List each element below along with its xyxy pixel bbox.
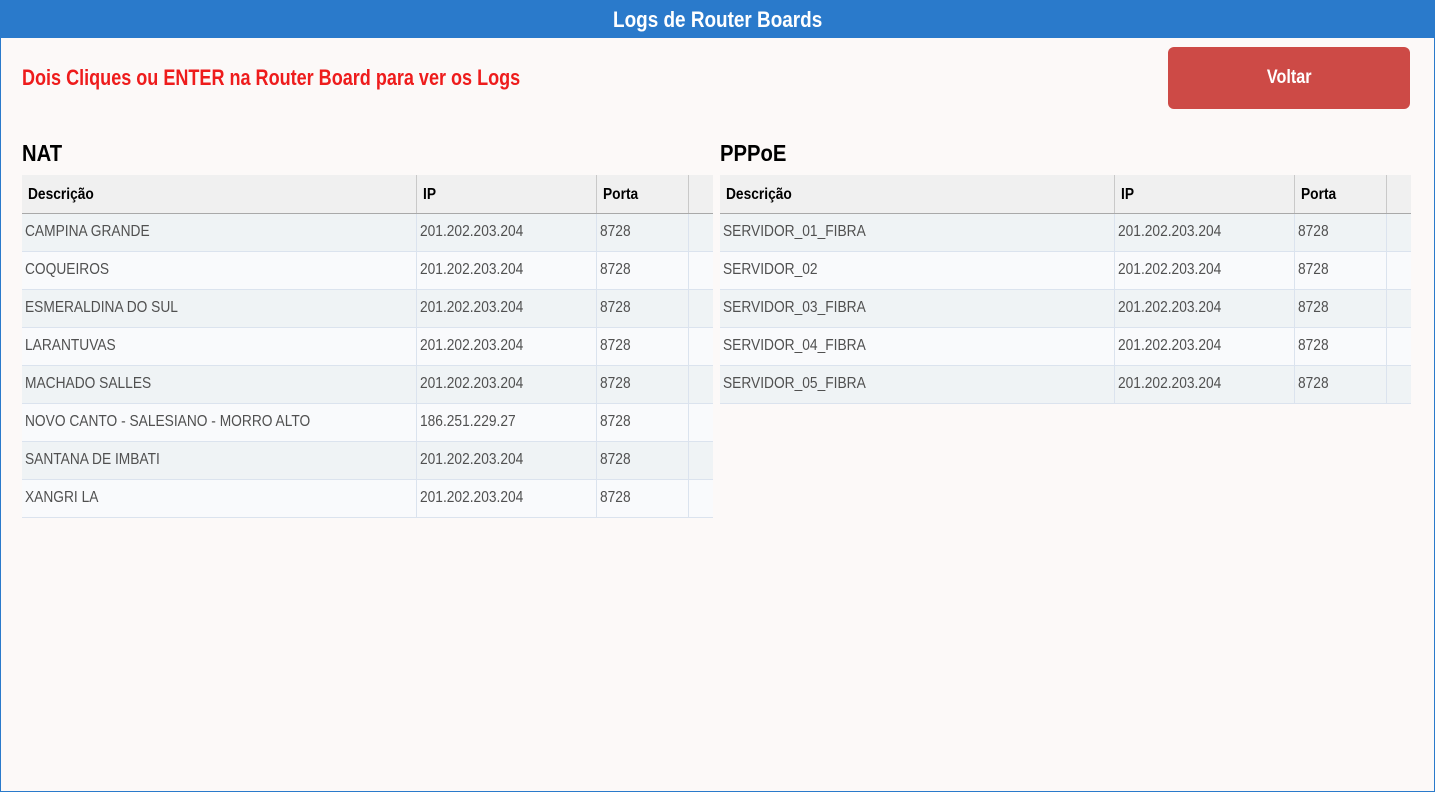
nat-table-row[interactable]: MACHADO SALLES 201.202.203.204 8728 — [22, 366, 713, 404]
nat-cell-porta[interactable]: 8728 — [597, 214, 689, 251]
app-window: Logs de Router Boards Dois Cliques ou EN… — [0, 0, 1435, 792]
window-title-bar: Logs de Router Boards — [1, 1, 1434, 38]
nat-cell-porta[interactable]: 8728 — [597, 442, 689, 479]
pppoe-cell-descricao[interactable]: SERVIDOR_05_FIBRA — [720, 366, 1115, 403]
pppoe-grid-header: Descrição IP Porta — [720, 175, 1411, 214]
nat-column-header-porta[interactable]: Porta — [597, 175, 689, 213]
pppoe-grid[interactable]: Descrição IP Porta SERVIDOR_01_FIBRA 201.… — [720, 175, 1411, 404]
pppoe-table-row[interactable]: SERVIDOR_03_FIBRA 201.202.203.204 8728 — [720, 290, 1411, 328]
pppoe-cell-descricao[interactable]: SERVIDOR_02 — [720, 252, 1115, 289]
nat-cell-descricao[interactable]: XANGRI LA — [22, 480, 417, 517]
nat-cell-porta[interactable]: 8728 — [597, 404, 689, 441]
pppoe-cell-ip[interactable]: 201.202.203.204 — [1115, 252, 1295, 289]
nat-cell-descricao[interactable]: CAMPINA GRANDE — [22, 214, 417, 251]
nat-table-row[interactable]: COQUEIROS 201.202.203.204 8728 — [22, 252, 713, 290]
pppoe-grid-rows: SERVIDOR_01_FIBRA 201.202.203.204 8728 SERV… — [720, 214, 1411, 404]
back-button-label: Voltar — [1266, 67, 1312, 88]
nat-column-header-descricao[interactable]: Descrição — [22, 175, 417, 213]
pppoe-cell-porta[interactable]: 8728 — [1295, 328, 1387, 365]
nat-cell-porta[interactable]: 8728 — [597, 252, 689, 289]
nat-table-row[interactable]: CAMPINA GRANDE 201.202.203.204 8728 — [22, 214, 713, 252]
nat-cell-descricao[interactable]: NOVO CANTO - SALESIANO - MORRO ALTO — [22, 404, 417, 441]
nat-cell-descricao[interactable]: LARANTUVAS — [22, 328, 417, 365]
pppoe-column-header-descricao[interactable]: Descrição — [720, 175, 1115, 213]
nat-table-row[interactable]: NOVO CANTO - SALESIANO - MORRO ALTO 186.2… — [22, 404, 713, 442]
window-title: Logs de Router Boards — [612, 7, 823, 32]
nat-table-row[interactable]: SANTANA DE IMBATI 201.202.203.204 8728 — [22, 442, 713, 480]
nat-cell-ip[interactable]: 201.202.203.204 — [417, 290, 597, 327]
pppoe-cell-ip[interactable]: 201.202.203.204 — [1115, 214, 1295, 251]
nat-cell-ip[interactable]: 201.202.203.204 — [417, 480, 597, 517]
nat-cell-ip[interactable]: 201.202.203.204 — [417, 214, 597, 251]
pppoe-cell-descricao[interactable]: SERVIDOR_04_FIBRA — [720, 328, 1115, 365]
pppoe-cell-ip[interactable]: 201.202.203.204 — [1115, 290, 1295, 327]
pppoe-table-row[interactable]: SERVIDOR_02 201.202.203.204 8728 — [720, 252, 1411, 290]
pppoe-cell-ip[interactable]: 201.202.203.204 — [1115, 328, 1295, 365]
pppoe-cell-porta[interactable]: 8728 — [1295, 214, 1387, 251]
back-button[interactable]: Voltar — [1168, 47, 1410, 109]
pppoe-cell-ip[interactable]: 201.202.203.204 — [1115, 366, 1295, 403]
nat-header-filler — [689, 175, 713, 213]
nat-cell-porta[interactable]: 8728 — [597, 290, 689, 327]
pppoe-cell-porta[interactable]: 8728 — [1295, 252, 1387, 289]
nat-cell-ip[interactable]: 201.202.203.204 — [417, 328, 597, 365]
nat-cell-ip[interactable]: 201.202.203.204 — [417, 366, 597, 403]
nat-cell-ip[interactable]: 186.251.229.27 — [417, 404, 597, 441]
pppoe-column-header-porta[interactable]: Porta — [1295, 175, 1387, 213]
pppoe-section-title: PPPoE — [720, 140, 787, 166]
pppoe-cell-descricao[interactable]: SERVIDOR_01_FIBRA — [720, 214, 1115, 251]
nat-cell-descricao[interactable]: SANTANA DE IMBATI — [22, 442, 417, 479]
instruction-text: Dois Cliques ou ENTER na Router Board pa… — [22, 65, 521, 90]
pppoe-cell-porta[interactable]: 8728 — [1295, 290, 1387, 327]
pppoe-cell-descricao[interactable]: SERVIDOR_03_FIBRA — [720, 290, 1115, 327]
nat-cell-descricao[interactable]: COQUEIROS — [22, 252, 417, 289]
nat-table-row[interactable]: XANGRI LA 201.202.203.204 8728 — [22, 480, 713, 518]
nat-cell-descricao[interactable]: MACHADO SALLES — [22, 366, 417, 403]
nat-table-row[interactable]: ESMERALDINA DO SUL 201.202.203.204 8728 — [22, 290, 713, 328]
nat-grid[interactable]: Descrição IP Porta CAMPINA GRANDE 201.202… — [22, 175, 713, 518]
nat-section-title: NAT — [22, 140, 63, 166]
nat-cell-descricao[interactable]: ESMERALDINA DO SUL — [22, 290, 417, 327]
nat-table-row[interactable]: LARANTUVAS 201.202.203.204 8728 — [22, 328, 713, 366]
pppoe-table-row[interactable]: SERVIDOR_04_FIBRA 201.202.203.204 8728 — [720, 328, 1411, 366]
nat-grid-rows: CAMPINA GRANDE 201.202.203.204 8728 COQUEIR… — [22, 214, 713, 518]
pppoe-table-row[interactable]: SERVIDOR_05_FIBRA 201.202.203.204 8728 — [720, 366, 1411, 404]
nat-cell-ip[interactable]: 201.202.203.204 — [417, 252, 597, 289]
nat-cell-ip[interactable]: 201.202.203.204 — [417, 442, 597, 479]
pppoe-cell-porta[interactable]: 8728 — [1295, 366, 1387, 403]
pppoe-column-header-ip[interactable]: IP — [1115, 175, 1295, 213]
nat-cell-porta[interactable]: 8728 — [597, 328, 689, 365]
pppoe-header-filler — [1387, 175, 1411, 213]
nat-column-header-ip[interactable]: IP — [417, 175, 597, 213]
nat-grid-header: Descrição IP Porta — [22, 175, 713, 214]
nat-cell-porta[interactable]: 8728 — [597, 366, 689, 403]
pppoe-table-row[interactable]: SERVIDOR_01_FIBRA 201.202.203.204 8728 — [720, 214, 1411, 252]
nat-cell-porta[interactable]: 8728 — [597, 480, 689, 517]
